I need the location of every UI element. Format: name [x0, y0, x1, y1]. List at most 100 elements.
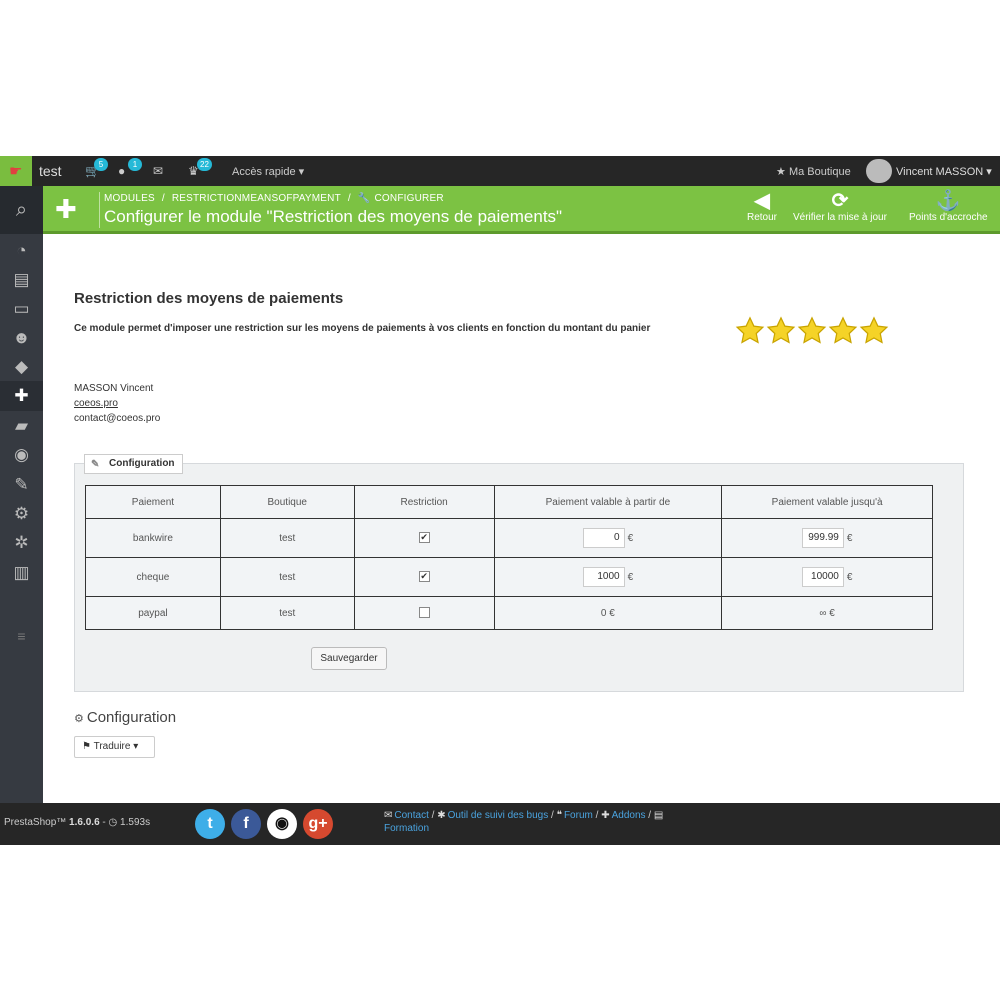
flag-icon: ⚑ — [82, 741, 91, 752]
caret-down-icon: ▾ — [986, 166, 992, 178]
envelope-icon: ✉ — [384, 810, 393, 821]
envelope-icon[interactable]: ✉ — [153, 164, 163, 178]
user-menu[interactable]: Vincent MASSON ▾ — [896, 165, 992, 178]
from-cell: 0 € — [493, 518, 723, 558]
my-shop-link[interactable]: ★ Ma Boutique — [776, 165, 851, 178]
from-amount-input[interactable]: 0 — [582, 528, 625, 548]
page-title: Configurer le module "Restriction des mo… — [104, 207, 563, 226]
catalog-icon[interactable]: ▤ — [0, 265, 43, 295]
main-content: Restriction des moyens de paiements Ce m… — [43, 237, 1000, 803]
column-header: Restriction — [353, 485, 495, 519]
twitter-icon[interactable]: t — [195, 809, 225, 839]
avatar[interactable] — [866, 159, 892, 183]
column-header: Boutique — [219, 485, 355, 519]
to-cell: 999.99 € — [721, 518, 933, 558]
translate-button[interactable]: ⚑ Traduire ▾ — [74, 736, 155, 758]
stats-chart-icon[interactable]: ▥ — [0, 558, 43, 588]
breadcrumb-separator: / — [161, 193, 165, 204]
currency-label: € — [846, 571, 853, 583]
to-value: ∞ € — [721, 596, 933, 630]
quick-access-label: Accès rapide — [232, 166, 296, 178]
from-cell: 1000 € — [493, 557, 723, 597]
restriction-cell — [353, 596, 495, 630]
configuration-title: Configuration — [86, 709, 177, 726]
search-icon[interactable]: ⌕ — [0, 186, 43, 234]
bug-tracker-link[interactable]: Outil de suivi des bugs — [448, 810, 549, 821]
training-link[interactable]: Formation — [384, 823, 429, 834]
footer: PrestaShop™ 1.6.0.6 - ◷ 1.593s t f ◉ g+ … — [0, 803, 1000, 845]
payment-name: cheque — [85, 557, 221, 597]
table-header-row: Paiement Boutique Restriction Paiement v… — [85, 485, 933, 519]
back-label: Retour — [747, 212, 778, 223]
star-icon: ★ — [776, 166, 786, 178]
module-description: Ce module permet d'imposer une restricti… — [74, 323, 651, 334]
anchor-icon: ⚓ — [935, 190, 961, 212]
restriction-table: Paiement Boutique Restriction Paiement v… — [85, 485, 933, 630]
advanced-parameters-cogs-icon[interactable]: ⚙ — [0, 499, 43, 529]
from-value: 0 € — [493, 596, 723, 630]
footer-links: ✉ Contact / ✱ Outil de suivi des bugs / ❝ F… — [384, 810, 664, 834]
puzzle-icon: ✚ — [601, 810, 610, 821]
header-divider — [99, 192, 100, 228]
price-rules-tag-icon[interactable]: ◆ — [0, 352, 43, 382]
to-amount-input[interactable]: 10000 — [801, 567, 844, 587]
restriction-cell: ✔ — [353, 518, 495, 558]
to-cell: 10000 € — [721, 557, 933, 597]
top-bar: ☛ test 🛒 5 ● 1 ✉ ♛ 22 Accès rapide ▾ ★ M… — [0, 156, 1000, 186]
user-icon[interactable]: ● — [118, 164, 125, 178]
breadcrumb: MODULES / RESTRICTIONMEANSOFPAYMENT / 🔧 C… — [104, 193, 448, 204]
author-website-link[interactable]: coeos.pro — [74, 396, 160, 411]
breadcrumb-modules[interactable]: MODULES — [104, 193, 155, 204]
arrow-circle-left-icon: ◀ — [754, 190, 770, 212]
page-header: ✚ MODULES / RESTRICTIONMEANSOFPAYMENT / … — [43, 186, 1000, 234]
shop-name: test — [219, 557, 355, 597]
comments-icon: ❝ — [556, 810, 562, 821]
addons-link[interactable]: Addons — [612, 810, 646, 821]
currency-label: € — [846, 532, 853, 544]
restriction-checkbox[interactable] — [418, 607, 430, 619]
dashboard-icon[interactable]: ◔ — [0, 236, 43, 266]
orders-icon[interactable]: ▭ — [0, 294, 43, 324]
modules-puzzle-icon[interactable]: ✚ — [0, 381, 43, 411]
cogs-icon: ⚙ — [74, 713, 84, 725]
localization-globe-icon[interactable]: ◉ — [0, 440, 43, 470]
translate-label: Traduire — [93, 741, 131, 752]
hooks-button[interactable]: ⚓ Points d'accroche — [909, 190, 988, 223]
pencil-icon: ✎ — [91, 459, 100, 470]
currency-label: € — [627, 532, 634, 544]
facebook-icon[interactable]: f — [231, 809, 261, 839]
restriction-checkbox[interactable]: ✔ — [418, 571, 430, 583]
messages-badge: 22 — [197, 158, 212, 171]
table-row: paypal test 0 € ∞ € — [85, 596, 933, 630]
to-amount-input[interactable]: 999.99 — [801, 528, 844, 548]
shipping-truck-icon[interactable]: ▰ — [0, 411, 43, 441]
forum-link[interactable]: Forum — [564, 810, 593, 821]
customers-icon[interactable]: ☻ — [0, 323, 43, 353]
check-update-button[interactable]: ⟳ Vérifier la mise à jour — [793, 190, 887, 223]
user-name: Vincent MASSON — [896, 166, 984, 178]
wrench-icon: 🔧 — [357, 193, 371, 204]
rating-stars — [735, 316, 889, 346]
breadcrumb-module[interactable]: RESTRICTIONMEANSOFPAYMENT — [172, 193, 341, 204]
module-title: Restriction des moyens de paiements — [74, 290, 344, 307]
administration-cog-icon[interactable]: ✲ — [0, 528, 43, 558]
back-button[interactable]: ◀ Retour — [747, 190, 777, 223]
from-amount-input[interactable]: 1000 — [582, 567, 625, 587]
puzzle-icon: ✚ — [55, 194, 77, 224]
menu-collapse-icon[interactable]: ≡ — [0, 628, 43, 644]
prestashop-logo[interactable]: ☛ — [0, 156, 32, 186]
caret-down-icon: ▾ — [133, 741, 139, 752]
caret-down-icon: ▾ — [298, 166, 305, 178]
author-email: contact@coeos.pro — [74, 413, 161, 424]
google-plus-icon[interactable]: g+ — [303, 809, 333, 839]
clock-icon: ◷ — [108, 817, 118, 828]
author-name: MASSON Vincent — [74, 383, 154, 394]
my-shop-label: Ma Boutique — [788, 166, 851, 178]
quick-access-menu[interactable]: Accès rapide ▾ — [232, 165, 304, 178]
preferences-wrench-icon[interactable]: ✎ — [0, 470, 43, 500]
contact-link[interactable]: Contact — [394, 810, 428, 821]
github-icon[interactable]: ◉ — [267, 809, 297, 839]
restriction-checkbox[interactable]: ✔ — [418, 532, 430, 544]
shop-name[interactable]: test — [39, 163, 62, 179]
save-button[interactable]: Sauvegarder — [311, 647, 387, 670]
